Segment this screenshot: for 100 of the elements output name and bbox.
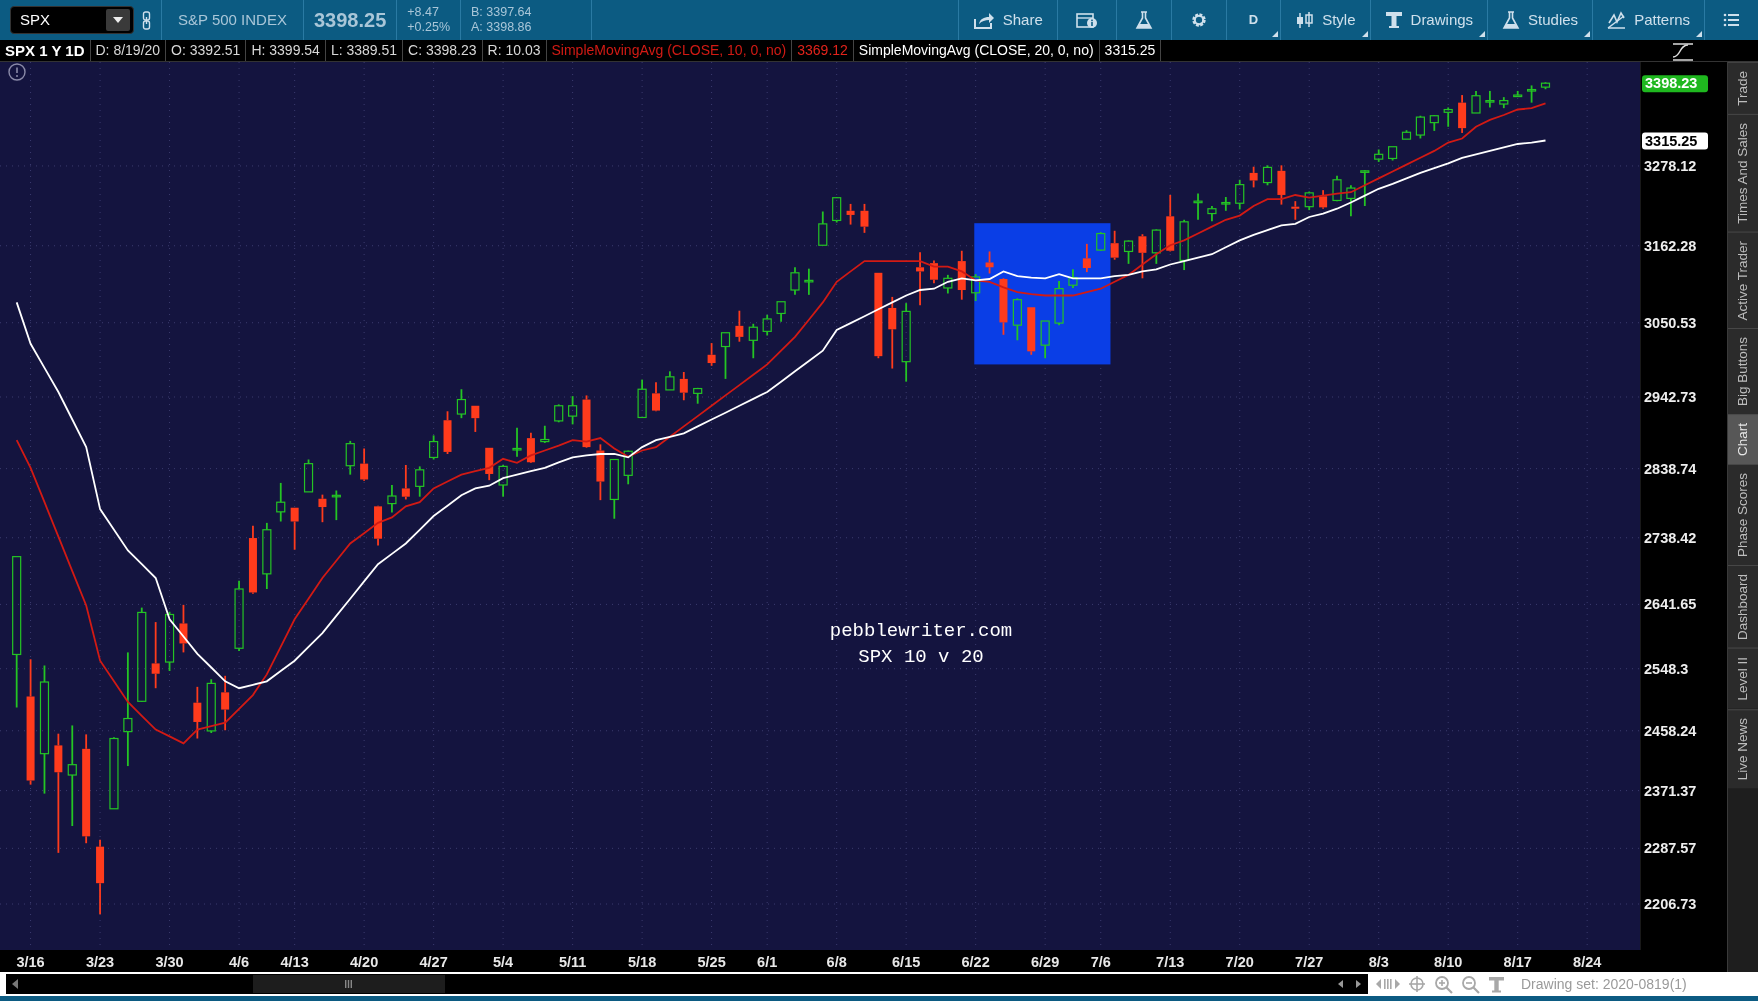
candlestick [1346, 184, 1356, 218]
candlestick [1485, 90, 1495, 109]
date-label: 4/13 [280, 954, 309, 970]
candlestick [360, 447, 369, 482]
candlestick [498, 464, 508, 498]
date-label: 5/11 [558, 954, 587, 970]
corner-triangle-icon [1696, 31, 1702, 37]
scrollbar-thumb[interactable] [253, 975, 445, 993]
candlestick [415, 465, 425, 498]
candlestick [345, 440, 355, 476]
candlestick [206, 678, 216, 734]
chart-info-text: 3315.25 [1099, 40, 1162, 61]
candlestick [916, 251, 925, 307]
date-label: 8/17 [1503, 954, 1532, 970]
candlestick [164, 610, 175, 672]
side-tab[interactable]: Phase Scores [1728, 464, 1758, 566]
candlestick [1443, 106, 1453, 128]
study-legend: SimpleMovingAvg (CLOSE, 10, 0, no) [546, 40, 793, 61]
net-change: +8.47 [407, 5, 440, 20]
candlestick [1374, 148, 1384, 163]
candlestick [1360, 169, 1370, 207]
candlestick [1012, 297, 1022, 342]
date-label: 3/30 [155, 954, 184, 970]
candlestick [179, 603, 188, 654]
candlestick [860, 203, 869, 234]
expand-icon [1376, 977, 1400, 991]
candlestick [596, 443, 605, 502]
candlestick [1291, 200, 1300, 221]
candlestick [554, 403, 564, 424]
ask-price: A: 3398.86 [471, 20, 532, 35]
candlestick [303, 458, 314, 493]
side-tab[interactable]: Active Trader [1728, 231, 1758, 329]
corner-triangle-icon [1584, 31, 1591, 37]
candlestick [1054, 280, 1064, 327]
candlestick [665, 370, 675, 391]
link-icon [142, 10, 151, 30]
candlestick [1540, 81, 1551, 91]
candlestick [652, 381, 660, 413]
candlestick [790, 266, 800, 296]
price-label: 2287.57 [1644, 840, 1697, 857]
candlestick [1388, 145, 1398, 162]
settings-icon [1189, 11, 1208, 29]
candlestick [1415, 114, 1425, 140]
zoom-in-icon [1434, 974, 1453, 994]
candlestick [999, 277, 1008, 336]
price-label: 2838.74 [1644, 460, 1697, 477]
chart-note: SPX 10 v 20 [858, 646, 984, 668]
price-label: 2371.37 [1644, 782, 1697, 799]
pattern-icon [1607, 11, 1627, 29]
scroll-left-icon[interactable] [1338, 980, 1344, 988]
date-label: 5/4 [493, 954, 514, 970]
date-label: 6/1 [757, 954, 778, 970]
side-tab[interactable]: Trade [1728, 62, 1758, 114]
candlestick [1332, 174, 1342, 203]
percent-change: +0.25% [407, 20, 450, 35]
candlestick [512, 426, 522, 458]
candlestick [1082, 242, 1091, 273]
info-icon [8, 63, 26, 81]
drawing-set-label: Drawing set: 2020-0819(1) [1521, 974, 1687, 994]
side-tab[interactable]: Level II [1728, 648, 1758, 709]
candlestick [1513, 90, 1523, 98]
horizontal-scrollbar[interactable] [6, 974, 1368, 994]
candlestick [957, 249, 966, 301]
side-tab[interactable]: Live News [1728, 708, 1758, 789]
candlestick [623, 449, 633, 486]
candlestick [262, 522, 272, 590]
candlestick [1096, 231, 1106, 252]
side-tab[interactable]: Dashboard [1728, 565, 1758, 649]
candlestick [637, 378, 647, 419]
chart-info-text: 3369.12 [792, 40, 854, 61]
side-tab[interactable]: Big Buttons [1728, 328, 1758, 415]
candlestick [693, 386, 703, 405]
candlestick [1138, 233, 1147, 280]
corner-triangle-icon [1479, 31, 1486, 37]
side-tab[interactable]: Chart [1728, 414, 1758, 465]
candlestick [832, 196, 842, 224]
candlestick [1221, 196, 1231, 212]
candlestick [1193, 192, 1203, 221]
candlestick [679, 371, 688, 402]
flask-icon [1134, 11, 1153, 29]
date-label: 7/13 [1156, 954, 1185, 970]
date-label: 4/6 [228, 954, 250, 970]
flask-icon [1502, 11, 1521, 29]
candlestick [568, 395, 578, 426]
candlestick [429, 434, 439, 461]
scroll-right-icon[interactable] [1356, 980, 1362, 988]
date-label: 7/6 [1090, 954, 1111, 970]
side-tab[interactable]: Times And Sales [1728, 113, 1758, 232]
scroll-left-icon[interactable] [12, 979, 20, 989]
symbol-dropdown[interactable]: SPX [10, 6, 134, 34]
candlestick [193, 685, 202, 740]
candlestick [1262, 164, 1273, 187]
candlestick [748, 322, 758, 360]
chart-info-text: L: 3389.51 [325, 40, 404, 61]
candlestick [804, 267, 814, 296]
candlestick [1458, 94, 1467, 134]
candlestick [1499, 96, 1509, 110]
date-label: 7/27 [1295, 954, 1324, 970]
candlestick [1151, 228, 1161, 265]
candlestick [762, 313, 772, 337]
